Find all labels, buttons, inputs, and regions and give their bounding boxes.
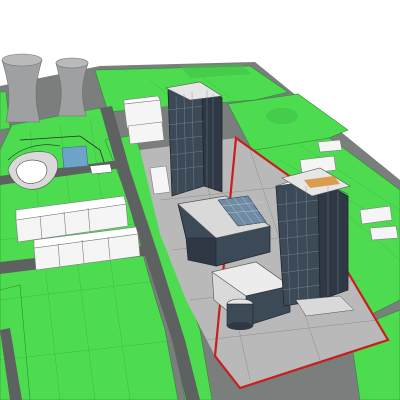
site-model-viewport[interactable] [0, 0, 400, 400]
tower-north [165, 81, 223, 197]
